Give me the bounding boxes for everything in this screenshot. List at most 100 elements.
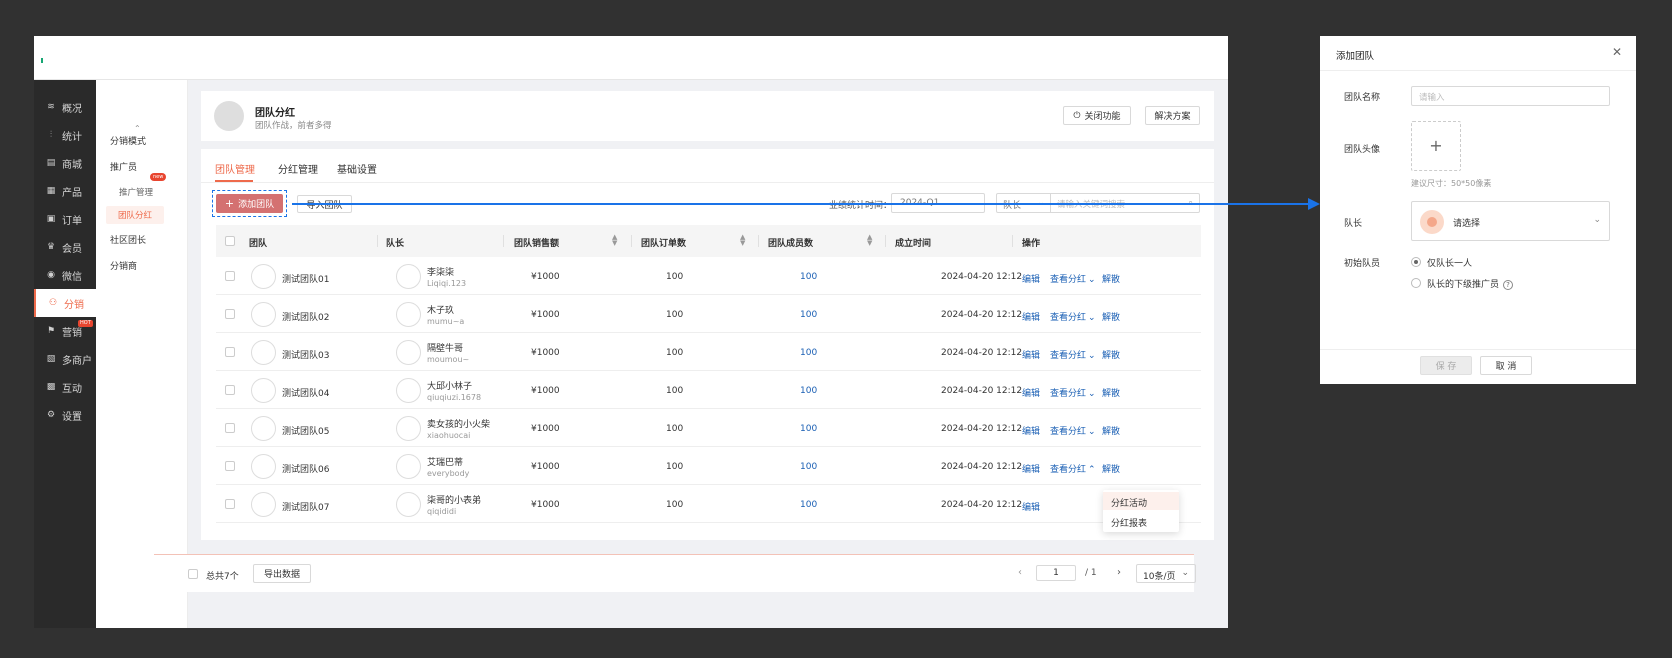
dissolve-link[interactable]: 解散 xyxy=(1102,310,1120,323)
avatar xyxy=(251,454,276,479)
subnav-item-team-dividend[interactable]: 团队分红 xyxy=(106,206,165,224)
view-dividend-link[interactable]: 查看分红 ⌄ xyxy=(1050,424,1096,437)
next-page-icon[interactable]: › xyxy=(1117,567,1121,578)
subnav-item-distributor[interactable]: 分销商 xyxy=(110,259,137,272)
dissolve-link[interactable]: 解散 xyxy=(1102,348,1120,361)
edit-link[interactable]: 编辑 xyxy=(1022,462,1040,475)
tab-team-mgmt[interactable]: 团队管理 xyxy=(215,161,255,176)
nav-item-7[interactable]: ⚇ 分销 xyxy=(34,289,96,317)
close-feature-button[interactable]: ⏻ 关闭功能 xyxy=(1063,106,1131,125)
export-button[interactable]: 导出数据 xyxy=(253,564,311,583)
sort-icon[interactable]: ▲ ▼ xyxy=(740,234,745,247)
select-all-checkbox[interactable] xyxy=(225,236,235,246)
avatar xyxy=(396,378,421,403)
row-checkbox[interactable] xyxy=(225,309,235,319)
team-name: 测试团队04 xyxy=(282,389,330,399)
row-checkbox[interactable] xyxy=(225,385,235,395)
nav-item-0[interactable]: ≋ 概况 xyxy=(34,93,96,121)
row-checkbox[interactable] xyxy=(225,347,235,357)
team-members-link[interactable]: 100 xyxy=(800,386,817,396)
nav-item-2[interactable]: ▤ 商城 xyxy=(34,149,96,177)
team-members-link[interactable]: 100 xyxy=(800,348,817,358)
team-name-input[interactable]: 请输入 xyxy=(1411,86,1610,106)
dissolve-link[interactable]: 解散 xyxy=(1102,462,1120,475)
dropdown-item-activity[interactable]: 分红活动 xyxy=(1111,496,1147,509)
solution-button[interactable]: 解决方案 xyxy=(1145,106,1200,125)
view-dividend-link[interactable]: 查看分红 ⌄ xyxy=(1050,386,1096,399)
row-checkbox[interactable] xyxy=(225,423,235,433)
edit-link[interactable]: 编辑 xyxy=(1022,386,1040,399)
nav-item-8[interactable]: ⚑ 营销 HOT xyxy=(34,317,96,345)
cancel-button[interactable]: 取 消 xyxy=(1480,356,1532,375)
nav-item-11[interactable]: ⚙ 设置 xyxy=(34,401,96,429)
team-orders: 100 xyxy=(666,462,684,472)
add-team-button[interactable]: + 添加团队 xyxy=(216,194,283,213)
avatar-upload[interactable]: + xyxy=(1411,121,1461,171)
sort-icon[interactable]: ▲ ▼ xyxy=(612,234,617,247)
chevron-up-icon[interactable]: ⌃ xyxy=(134,124,141,133)
team-members-link[interactable]: 100 xyxy=(800,462,817,472)
page-input[interactable]: 1 xyxy=(1036,565,1076,581)
view-dividend-link[interactable]: 查看分红 ⌄ xyxy=(1050,310,1096,323)
col-divider xyxy=(503,235,504,247)
nav-item-5[interactable]: ♛ 会员 xyxy=(34,233,96,261)
team-orders: 100 xyxy=(666,386,684,396)
view-dividend-link[interactable]: 查看分红 ⌄ xyxy=(1050,272,1096,285)
col-sales[interactable]: 团队销售额 xyxy=(514,236,559,249)
col-members[interactable]: 团队成员数 xyxy=(768,236,813,249)
edit-link[interactable]: 编辑 xyxy=(1022,272,1040,285)
col-orders[interactable]: 团队订单数 xyxy=(641,236,686,249)
edit-link[interactable]: 编辑 xyxy=(1022,424,1040,437)
edit-link[interactable]: 编辑 xyxy=(1022,348,1040,361)
sort-icon[interactable]: ▲ ▼ xyxy=(867,234,872,247)
nav-item-1[interactable]: ⫶ 统计 xyxy=(34,121,96,149)
flag-icon: ⚑ xyxy=(46,326,56,336)
chevron-down-icon: ⌄ xyxy=(1593,215,1601,225)
team-members-link[interactable]: 100 xyxy=(800,500,817,510)
row-checkbox[interactable] xyxy=(225,461,235,471)
dissolve-link[interactable]: 解散 xyxy=(1102,386,1120,399)
subnav-item-promoter[interactable]: 推广员 xyxy=(110,160,137,173)
nav-item-9[interactable]: ▧ 多商户 xyxy=(34,345,96,373)
view-dividend-link[interactable]: 查看分红 ⌃ xyxy=(1050,462,1096,475)
team-members-link[interactable]: 100 xyxy=(800,272,817,282)
row-checkbox[interactable] xyxy=(225,271,235,281)
subnav-item-promoter-mgmt[interactable]: 推广管理 xyxy=(119,186,153,198)
dissolve-link[interactable]: 解散 xyxy=(1102,424,1120,437)
subnav-item-mode[interactable]: 分销模式 xyxy=(110,134,146,147)
wechat-icon: ◉ xyxy=(47,270,55,280)
team-name: 测试团队07 xyxy=(282,503,330,513)
nav-item-4[interactable]: ▣ 订单 xyxy=(34,205,96,233)
team-orders: 100 xyxy=(666,424,684,434)
edit-link[interactable]: 编辑 xyxy=(1022,500,1040,513)
edit-link[interactable]: 编辑 xyxy=(1022,310,1040,323)
radio-only-leader-label[interactable]: 仅队长一人 xyxy=(1427,256,1472,269)
team-members-link[interactable]: 100 xyxy=(800,310,817,320)
annotation-arrow-line xyxy=(292,203,1312,205)
nav-item-3[interactable]: ▦ 产品 xyxy=(34,177,96,205)
nav-item-10[interactable]: ▩ 互动 xyxy=(34,373,96,401)
help-icon[interactable]: ? xyxy=(1503,280,1514,290)
view-dividend-link[interactable]: 查看分红 ⌄ xyxy=(1050,348,1096,361)
dissolve-link[interactable]: 解散 xyxy=(1102,272,1120,285)
footer-select-checkbox[interactable] xyxy=(188,569,198,579)
radio-only-leader[interactable] xyxy=(1411,257,1421,267)
tab-dividend-mgmt[interactable]: 分红管理 xyxy=(278,161,318,176)
initial-members-label: 初始队员 xyxy=(1344,259,1381,269)
team-members-link[interactable]: 100 xyxy=(800,424,817,434)
save-button[interactable]: 保 存 xyxy=(1420,356,1472,375)
radio-sub-promoters[interactable] xyxy=(1411,278,1421,288)
page-size-select[interactable]: 10条/页 ⌄ xyxy=(1136,564,1196,583)
team-orders: 100 xyxy=(666,272,684,282)
dropdown-item-report[interactable]: 分红报表 xyxy=(1111,516,1147,529)
row-checkbox[interactable] xyxy=(225,499,235,509)
tab-basic-settings[interactable]: 基础设置 xyxy=(337,161,377,176)
leader-select[interactable]: 请选择 ⌄ xyxy=(1411,201,1610,241)
nav-item-6[interactable]: ◉ 微信 xyxy=(34,261,96,289)
prev-page-icon[interactable]: ‹ xyxy=(1018,567,1022,578)
close-icon[interactable]: ✕ xyxy=(1612,45,1622,59)
nav-label: 分销 xyxy=(64,299,84,311)
radio-sub-promoters-label[interactable]: 队长的下级推广员? xyxy=(1427,277,1514,290)
subnav-item-community[interactable]: 社区团长 xyxy=(110,233,146,246)
interact-icon: ▩ xyxy=(46,382,56,392)
